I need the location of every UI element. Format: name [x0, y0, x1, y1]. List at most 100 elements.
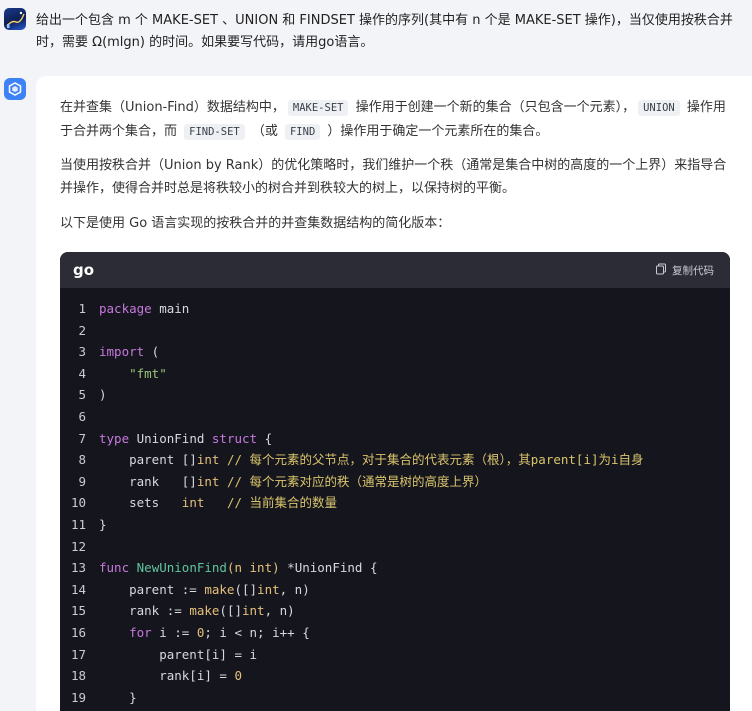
- code-line: 15 rank := make([]int, n): [60, 600, 730, 622]
- code-token: rank :=: [99, 603, 190, 619]
- code-token: int: [242, 603, 265, 619]
- code-token: make: [204, 581, 235, 597]
- code-line: 17 parent[i] = i: [60, 644, 730, 666]
- code-token: i :=: [151, 624, 197, 640]
- line-number: 12: [70, 538, 86, 554]
- line-number: 14: [70, 581, 86, 597]
- line-content: "fmt": [99, 363, 167, 385]
- code-token: type: [99, 430, 130, 446]
- code-language-label: go: [73, 261, 95, 279]
- line-number: 13: [70, 560, 86, 576]
- code-line: 16 for i := 0; i < n; i++ {: [60, 622, 730, 644]
- code-token: ): [99, 387, 107, 403]
- code-token: for: [129, 624, 152, 640]
- line-content: parent := make([]int, n): [99, 579, 310, 601]
- line-content: for i := 0; i < n; i++ {: [99, 622, 310, 644]
- code-token: }: [99, 689, 137, 705]
- code-token: // 当前集合的数量: [204, 495, 338, 511]
- line-content: rank := make([]int, n): [99, 600, 295, 622]
- line-content: func NewUnionFind(n int) *UnionFind {: [99, 557, 377, 579]
- copy-code-button[interactable]: 复制代码: [655, 262, 714, 278]
- code-line: 1 package main: [60, 298, 730, 320]
- code-token: NewUnionFind: [136, 560, 227, 576]
- code-line: 14 parent := make([]int, n): [60, 579, 730, 601]
- code-line: 18 rank[i] = 0: [60, 665, 730, 687]
- code-line: 13 func NewUnionFind(n int) *UnionFind {: [60, 557, 730, 579]
- code-token: , n): [279, 581, 310, 597]
- answer-card: 在并查集（Union-Find）数据结构中， MAKE-SET 操作用于创建一个新…: [36, 76, 752, 711]
- code-token: *UnionFind {: [279, 560, 378, 576]
- text-segment: 操作用于创建一个新的集合（只包含一个元素），: [351, 100, 636, 115]
- inline-code-find-set: FIND-SET: [184, 124, 245, 140]
- inline-code-find: FIND: [284, 124, 321, 140]
- line-content: }: [99, 687, 137, 709]
- code-line: 4 "fmt": [60, 363, 730, 385]
- code-line: 12: [60, 536, 730, 558]
- line-number: 11: [70, 516, 86, 532]
- code-block-header: go 复制代码: [60, 252, 730, 288]
- text-segment: （或: [247, 124, 282, 139]
- code-line: 5): [60, 384, 730, 406]
- copy-code-label: 复制代码: [672, 264, 714, 277]
- code-token: ; i < n; i++ {: [204, 624, 310, 640]
- line-number: 8: [78, 452, 86, 468]
- line-number: 6: [78, 408, 86, 424]
- line-content: type UnionFind struct {: [99, 428, 272, 450]
- code-line: 6: [60, 406, 730, 428]
- line-content: parent[i] = i: [99, 644, 257, 666]
- inline-code-union: UNION: [638, 100, 680, 116]
- line-content: parent []int // 每个元素的父节点，对于集合的代表元素（根），其p…: [99, 449, 643, 471]
- line-number: 2: [78, 322, 86, 338]
- line-number: 19: [70, 689, 86, 705]
- code-token: package: [99, 301, 152, 316]
- line-number: 17: [70, 646, 86, 662]
- line-content: sets int // 当前集合的数量: [99, 492, 337, 514]
- code-line: 3 import (: [60, 341, 730, 363]
- code-token: parent []: [99, 452, 197, 468]
- user-message-row: 给出一个包含 m 个 MAKE-SET 、UNION 和 FINDSET 操作的…: [0, 0, 752, 76]
- code-token: , n): [264, 603, 295, 619]
- code-token: rank[i] =: [99, 668, 235, 684]
- code-token: int: [181, 495, 205, 511]
- code-block: go 复制代码 1 package main 2 3 import (4 "fmt" 5)…: [60, 252, 730, 711]
- code-token: import: [99, 344, 145, 360]
- code-line: 2: [60, 320, 730, 342]
- line-content: package main: [99, 298, 189, 320]
- user-avatar: [4, 8, 26, 30]
- line-number: 15: [70, 603, 86, 619]
- code-token: // 每个元素对应的秩（通常是树的高度上界）: [219, 473, 488, 489]
- code-token: (: [144, 344, 160, 360]
- code-token: main: [151, 301, 190, 316]
- code-token: make: [189, 603, 220, 619]
- code-token: "fmt": [129, 365, 167, 381]
- code-token: ([]: [234, 581, 258, 597]
- line-number: 16: [70, 624, 86, 640]
- code-token: func: [99, 560, 130, 576]
- line-content: ): [99, 384, 107, 406]
- line-content: rank []int // 每个元素对应的秩（通常是树的高度上界）: [99, 471, 487, 493]
- code-token: int: [196, 452, 220, 468]
- user-message-text: 给出一个包含 m 个 MAKE-SET 、UNION 和 FINDSET 操作的…: [36, 13, 733, 50]
- code-line: 9 rank []int // 每个元素对应的秩（通常是树的高度上界）: [60, 471, 730, 493]
- code-line: 10 sets int // 当前集合的数量: [60, 492, 730, 514]
- copy-icon: [655, 263, 667, 278]
- text-segment: 在并查集（Union-Find）数据结构中，: [60, 100, 285, 115]
- answer-paragraph-intro: 在并查集（Union-Find）数据结构中， MAKE-SET 操作用于创建一个新…: [60, 96, 732, 144]
- line-number: 10: [70, 495, 86, 511]
- ai-logo-icon: [4, 78, 26, 100]
- inline-code-make-set: MAKE-SET: [287, 100, 349, 116]
- code-token: struct: [211, 430, 258, 446]
- line-number: 9: [78, 473, 86, 489]
- text-segment: ）操作用于确定一个元素所在的集合。: [323, 124, 549, 139]
- line-content: import (: [99, 341, 159, 363]
- code-token: rank []: [99, 473, 197, 489]
- code-line: 7 type UnionFind struct {: [60, 428, 730, 450]
- code-line: 11}: [60, 514, 730, 536]
- code-token: UnionFind: [129, 430, 212, 446]
- answer-paragraph-go: 以下是使用 Go 语言实现的按秩合并的并查集数据结构的简化版本：: [60, 216, 451, 231]
- code-line: 19 }: [60, 687, 730, 709]
- line-content: rank[i] = 0: [99, 665, 242, 687]
